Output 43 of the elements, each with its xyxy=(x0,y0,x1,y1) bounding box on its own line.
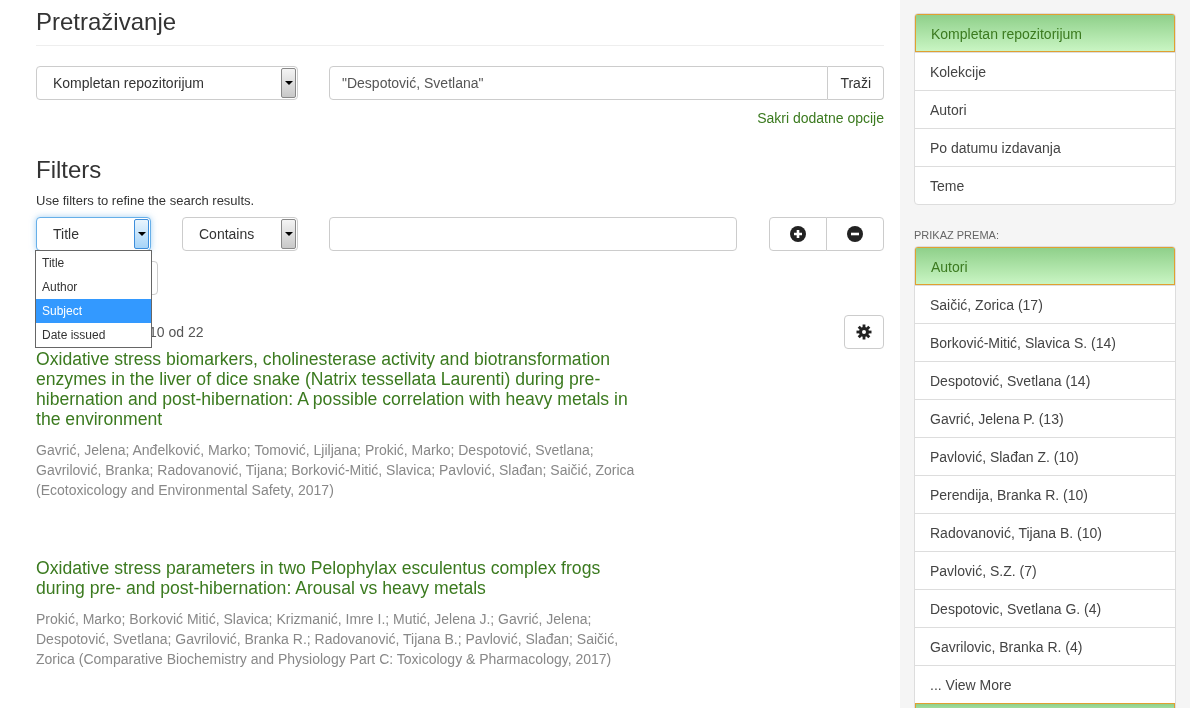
settings-button[interactable] xyxy=(844,315,884,349)
filter-input[interactable] xyxy=(329,217,737,251)
plus-icon xyxy=(790,226,806,242)
author-facet-item[interactable]: Gavrilovic, Branka R. (4) xyxy=(915,627,1175,665)
result-title-link[interactable]: Oxidative stress parameters in two Pelophylax esculentus complex frogs during pre- and post-hibernation: Arousal vs heavy metals xyxy=(36,558,650,598)
nav-item[interactable]: Kolekcije xyxy=(915,52,1175,90)
field-select[interactable]: Title xyxy=(36,217,151,251)
dropdown-option[interactable]: Title xyxy=(36,251,151,275)
filters-hint: Use filters to refine the search results. xyxy=(36,193,256,208)
caret-icon xyxy=(281,219,296,249)
add-filter-button[interactable] xyxy=(769,217,827,251)
filters-heading: Filters xyxy=(36,156,103,184)
author-facet-item[interactable]: Saičić, Zorica (17) xyxy=(915,285,1175,323)
scope-select[interactable]: Kompletan repozitorijum xyxy=(36,66,298,100)
author-facet-item[interactable]: Perendija, Branka R. (10) xyxy=(915,475,1175,513)
nav-item[interactable]: Teme xyxy=(915,166,1175,204)
result-title-link[interactable]: Oxidative stress biomarkers, cholinesterase activity and biotransformation enzymes in the liver of dice snake (Natrix tessellata Laurenti) during pre-hibernation and post-hibernation: A possible correlation with heavy metals in the environment xyxy=(36,349,650,429)
author-facet-item[interactable]: Pavlović, S.Z. (7) xyxy=(915,551,1175,589)
nav-item[interactable]: Kompletan repozitorijum xyxy=(915,14,1175,52)
nav-item[interactable]: Autori xyxy=(915,90,1175,128)
page-title: Pretraživanje xyxy=(36,8,178,37)
dropdown-option[interactable]: Author xyxy=(36,275,151,299)
panel-heading: Autori xyxy=(915,247,1175,285)
dropdown-option[interactable]: Date issued xyxy=(36,323,151,347)
author-facet-item[interactable]: Borković-Mitić, Slavica S. (14) xyxy=(915,323,1175,361)
caret-icon xyxy=(134,219,149,249)
author-facet-item[interactable]: Radovanović, Tijana B. (10) xyxy=(915,513,1175,551)
search-button[interactable]: Traži xyxy=(828,66,884,100)
operator-select[interactable]: Contains xyxy=(182,217,298,251)
author-facet-item[interactable]: Pavlović, Slađan Z. (10) xyxy=(915,437,1175,475)
author-facet-item[interactable]: Gavrić, Jelena P. (13) xyxy=(915,399,1175,437)
minus-icon xyxy=(847,226,863,242)
result-authors: Prokić, Marko; Borković Mitić, Slavica; Krizmanić, Imre I.; Mutić, Jelena J.; Gavrić, Jelena; Despotović, Svetlana; Gavrilović, Branka R.; Radovanović, Tijana B.; Pavlović, Slađan; Saičić, Zorica (Comparative Biochemistry and Physiology Part C: Toxicology & Pharmacology, 2017) xyxy=(36,610,620,669)
author-facet-item[interactable]: Despotovic, Svetlana G. (4) xyxy=(915,589,1175,627)
settings-icon xyxy=(856,324,872,340)
remove-filter-button[interactable] xyxy=(826,217,884,251)
caret-icon xyxy=(281,68,296,98)
nav-item[interactable]: Po datumu izdavanja xyxy=(915,128,1175,166)
author-facet-item[interactable]: Despotović, Svetlana (14) xyxy=(915,361,1175,399)
browse-heading: PRIKAZ PREMA: xyxy=(914,229,1000,241)
result-authors: Gavrić, Jelena; Anđelković, Marko; Tomović, Ljiljana; Prokić, Marko; Despotović, Svetlana; Gavrilović, Branka; Radovanović, Tijana; Borković-Mitić, Slavica; Pavlović, Slađan; Saičić, Zorica (Ecotoxicology and Environmental Safety, 2017) xyxy=(36,441,636,500)
search-field[interactable]: "Despotović, Svetlana" xyxy=(329,66,829,100)
hide-options-link[interactable]: Sakri dodatne opcije xyxy=(757,110,884,126)
